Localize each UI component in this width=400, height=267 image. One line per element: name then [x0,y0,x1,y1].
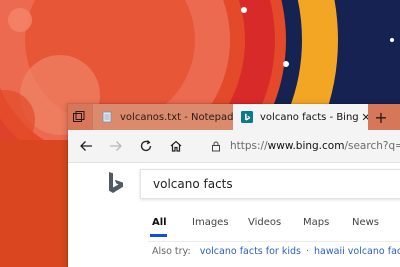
tab-videos[interactable]: Videos [248,217,281,228]
tab-maps[interactable]: Maps [303,217,329,228]
back-button[interactable] [76,136,96,156]
search-query: volcano facts [153,177,233,191]
bing-results-page: volcano facts All Images Videos Maps New… [68,163,400,267]
tab-all[interactable]: All [150,217,167,237]
active-scope-indicator [150,234,167,237]
url-scheme: https:// [230,140,268,152]
home-button[interactable] [166,136,186,156]
tabs-aside-icon [73,111,85,122]
url-domain: www.bing.com [267,140,345,152]
also-try-label: Also try: [152,246,191,257]
url-path: /search?q=volcano+f [344,140,400,152]
back-arrow-icon [80,141,92,151]
also-try-separator: · [305,246,310,257]
notepad-icon [102,111,112,123]
tab-news[interactable]: News [352,217,379,228]
lock-icon [212,141,220,152]
refresh-icon [140,140,152,152]
also-try-link-hawaii[interactable]: hawaii volcano facts for kids [314,246,400,257]
refresh-button[interactable] [136,136,156,156]
also-try-bar: Also try: volcano facts for kids · hawaii … [152,246,400,257]
navigation-bar: https://www.bing.com/search?q=volcano+f [68,130,400,163]
tab-label: volcanos.txt - Notepad [120,111,233,123]
also-try-link-kids[interactable]: volcano facts for kids [200,246,301,257]
divider [148,241,400,242]
tab-images[interactable]: Images [192,217,229,228]
tab-bing[interactable]: volcano facts - Bing ✕ [233,104,377,130]
tab-bar: volcanos.txt - Notepad volcano facts - B… [68,104,400,130]
new-tab-button[interactable]: + [368,104,394,130]
search-input[interactable]: volcano facts [140,169,400,199]
bing-icon [241,111,253,123]
tab-all-label: All [152,217,167,228]
home-icon [170,140,182,152]
desktop: volcanos.txt - Notepad volcano facts - B… [0,0,400,267]
tab-label: volcano facts - Bing [260,111,359,123]
bing-logo-icon[interactable] [108,172,124,194]
tab-notepad[interactable]: volcanos.txt - Notepad [92,104,233,130]
address-bar[interactable]: https://www.bing.com/search?q=volcano+f [202,134,400,158]
forward-arrow-icon [110,141,122,151]
forward-button[interactable] [106,136,126,156]
tab-manager-button[interactable] [68,104,90,130]
browser-window: volcanos.txt - Notepad volcano facts - B… [68,104,400,267]
